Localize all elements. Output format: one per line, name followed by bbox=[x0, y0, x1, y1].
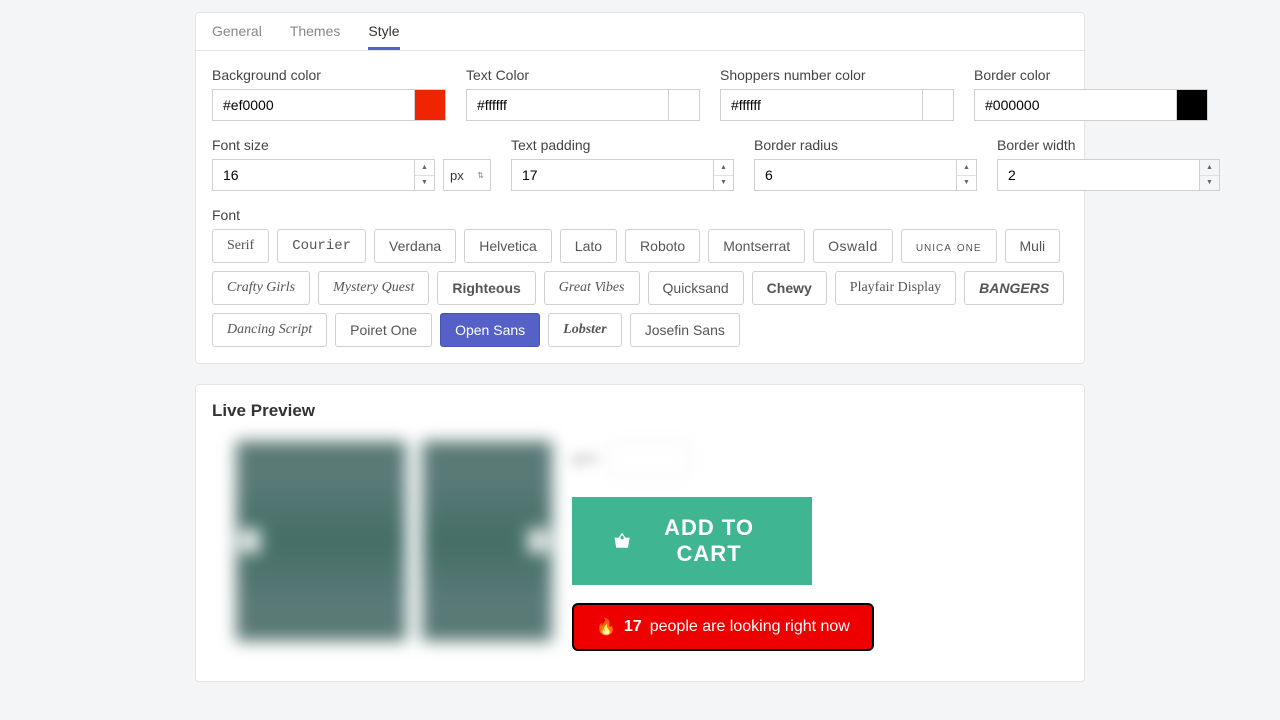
font-option-montserrat[interactable]: Montserrat bbox=[708, 229, 805, 263]
tab-style[interactable]: Style bbox=[368, 13, 399, 50]
qty-label: QTY bbox=[572, 452, 599, 467]
live-preview-card: Live Preview QTY ADD TO CART 🔥 17 peop bbox=[195, 384, 1085, 682]
font-option-serif[interactable]: Serif bbox=[212, 229, 269, 263]
label-font: Font bbox=[212, 207, 1068, 223]
padding-up[interactable]: ▲ bbox=[714, 160, 733, 176]
font-size-unit[interactable]: px⇅ bbox=[443, 159, 491, 191]
font-option-verdana[interactable]: Verdana bbox=[374, 229, 456, 263]
label-bg-color: Background color bbox=[212, 67, 446, 83]
font-size-up[interactable]: ▲ bbox=[415, 160, 434, 176]
swatch-bg-color[interactable] bbox=[414, 89, 446, 121]
font-option-quicksand[interactable]: Quicksand bbox=[648, 271, 744, 305]
font-option-lato[interactable]: Lato bbox=[560, 229, 617, 263]
font-option-great-vibes[interactable]: Great Vibes bbox=[544, 271, 640, 305]
product-image-secondary bbox=[422, 441, 552, 641]
padding-down[interactable]: ▼ bbox=[714, 176, 733, 191]
font-option-oswald[interactable]: Oswald bbox=[813, 229, 893, 263]
font-option-lobster[interactable]: Lobster bbox=[548, 313, 622, 347]
style-panel-card: General Themes Style Background color Te… bbox=[195, 12, 1085, 364]
add-to-cart-button[interactable]: ADD TO CART bbox=[572, 497, 812, 585]
basket-icon bbox=[612, 528, 632, 554]
live-preview-title: Live Preview bbox=[196, 385, 1084, 429]
input-text-padding[interactable] bbox=[511, 159, 714, 191]
radius-down[interactable]: ▼ bbox=[957, 176, 976, 191]
font-size-down[interactable]: ▼ bbox=[415, 176, 434, 191]
font-option-bangers[interactable]: BANGERS bbox=[964, 271, 1064, 305]
font-option-roboto[interactable]: Roboto bbox=[625, 229, 700, 263]
shoppers-notice: 🔥 17 people are looking right now bbox=[572, 603, 874, 651]
input-text-color[interactable] bbox=[466, 89, 668, 121]
font-option-chewy[interactable]: Chewy bbox=[752, 271, 827, 305]
font-option-josefin-sans[interactable]: Josefin Sans bbox=[630, 313, 740, 347]
font-option-poiret-one[interactable]: Poiret One bbox=[335, 313, 432, 347]
label-border-width: Border width bbox=[997, 137, 1220, 153]
font-option-open-sans[interactable]: Open Sans bbox=[440, 313, 540, 347]
input-bg-color[interactable] bbox=[212, 89, 414, 121]
swatch-border-color[interactable] bbox=[1176, 89, 1208, 121]
shoppers-count: 17 bbox=[624, 618, 642, 636]
bwidth-up[interactable]: ▲ bbox=[1200, 160, 1219, 176]
input-border-width[interactable] bbox=[997, 159, 1200, 191]
label-text-color: Text Color bbox=[466, 67, 700, 83]
chevron-updown-icon: ⇅ bbox=[477, 171, 484, 180]
input-border-color[interactable] bbox=[974, 89, 1176, 121]
font-option-righteous[interactable]: Righteous bbox=[437, 271, 535, 305]
product-images bbox=[236, 441, 552, 641]
input-font-size[interactable] bbox=[212, 159, 415, 191]
font-option-mystery-quest[interactable]: Mystery Quest bbox=[318, 271, 429, 305]
product-image-main bbox=[236, 441, 406, 641]
tab-general[interactable]: General bbox=[212, 13, 262, 50]
tabs: General Themes Style bbox=[196, 13, 1084, 51]
prev-image-icon[interactable] bbox=[240, 529, 260, 553]
label-shoppers-color: Shoppers number color bbox=[720, 67, 954, 83]
fire-icon: 🔥 bbox=[596, 617, 616, 637]
font-option-helvetica[interactable]: Helvetica bbox=[464, 229, 552, 263]
swatch-shoppers-color[interactable] bbox=[922, 89, 954, 121]
font-option-dancing-script[interactable]: Dancing Script bbox=[212, 313, 327, 347]
font-picker: SerifCourierVerdanaHelveticaLatoRobotoMo… bbox=[212, 229, 1068, 347]
font-option-muli[interactable]: Muli bbox=[1005, 229, 1061, 263]
input-border-radius[interactable] bbox=[754, 159, 957, 191]
shoppers-text: people are looking right now bbox=[650, 618, 850, 636]
next-image-icon[interactable] bbox=[528, 529, 548, 553]
font-option-courier[interactable]: Courier bbox=[277, 229, 366, 263]
label-border-radius: Border radius bbox=[754, 137, 977, 153]
label-font-size: Font size bbox=[212, 137, 491, 153]
label-text-padding: Text padding bbox=[511, 137, 734, 153]
radius-up[interactable]: ▲ bbox=[957, 160, 976, 176]
font-option-unica-one[interactable]: unica one bbox=[901, 229, 997, 263]
font-option-playfair-display[interactable]: Playfair Display bbox=[835, 271, 956, 305]
tab-themes[interactable]: Themes bbox=[290, 13, 341, 50]
qty-input[interactable] bbox=[609, 441, 689, 477]
label-border-color: Border color bbox=[974, 67, 1208, 83]
font-option-crafty-girls[interactable]: Crafty Girls bbox=[212, 271, 310, 305]
input-shoppers-color[interactable] bbox=[720, 89, 922, 121]
bwidth-down[interactable]: ▼ bbox=[1200, 176, 1219, 191]
swatch-text-color[interactable] bbox=[668, 89, 700, 121]
